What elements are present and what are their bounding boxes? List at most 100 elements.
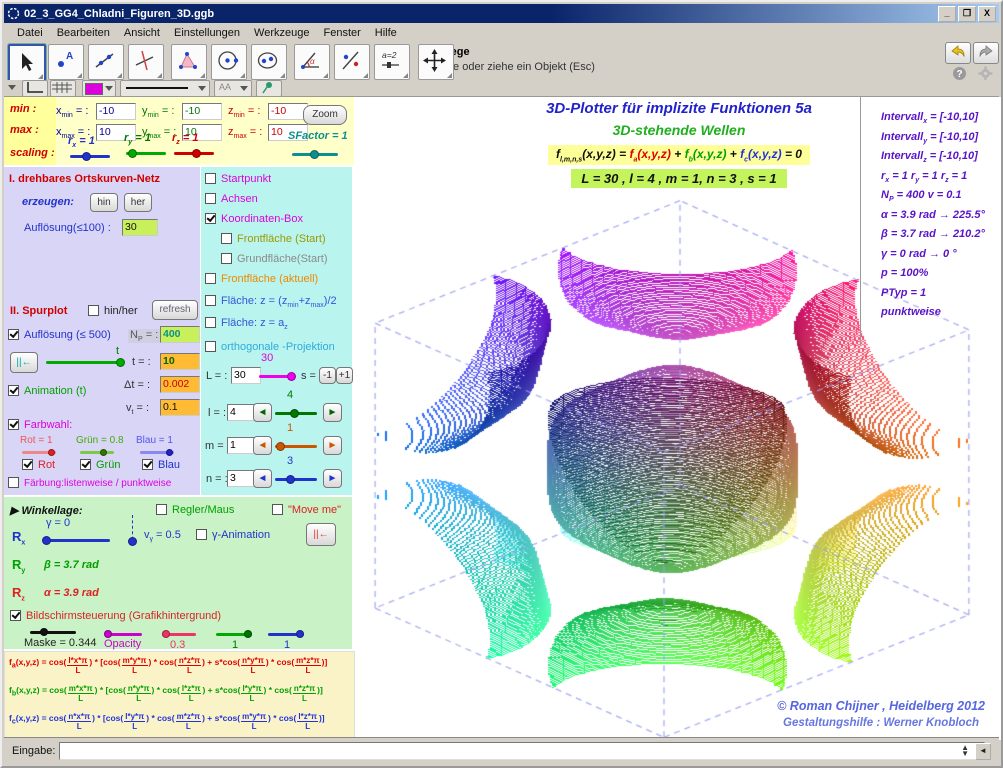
n-input[interactable]: 3 xyxy=(227,470,255,487)
ymin-input[interactable]: -10 xyxy=(182,103,222,120)
rz-slider[interactable] xyxy=(174,152,214,155)
title-bar[interactable]: 02_3_GG4_Chladni_Figuren_3D.ggb _ ❐ X xyxy=(4,4,999,23)
faerbung-checkbox[interactable]: Färbung:listenweise / punktweise xyxy=(8,477,171,489)
l-slider[interactable] xyxy=(275,412,317,415)
t-reset-button[interactable]: ||← xyxy=(10,352,38,373)
rot-checkbox[interactable]: Rot xyxy=(22,459,55,471)
vt-input[interactable]: 0.1 xyxy=(160,399,200,416)
n-inc-button[interactable]: ► xyxy=(323,469,342,488)
zmin-input[interactable]: -10 xyxy=(268,103,308,120)
tool-move-button[interactable] xyxy=(8,44,46,82)
checkbox-fläche-z-z-min-z-max-2[interactable]: Fläche: z = (zmin+zmax)/2 xyxy=(205,295,337,309)
l-inc-button[interactable]: ► xyxy=(323,403,342,422)
her-button[interactable]: her xyxy=(124,193,152,212)
menu-item-datei[interactable]: Datei xyxy=(10,25,50,41)
hinher-checkbox[interactable]: hin/her xyxy=(88,305,138,317)
aufloesung500-checkbox[interactable]: Auflösung (≤ 500) xyxy=(8,329,111,341)
tool-polygon-button[interactable] xyxy=(171,44,207,80)
bildschirm-checkbox[interactable]: Bildschirmsteuerung (Grafikhintergrund) xyxy=(10,610,221,622)
checkbox-grundfläche-start[interactable]: Grundfläche(Start) xyxy=(221,253,327,265)
tool-perpendicular-line-button[interactable] xyxy=(128,44,164,80)
gamma-reset-button[interactable]: ||← xyxy=(306,523,336,546)
menu-item-fenster[interactable]: Fenster xyxy=(316,25,367,41)
menu-item-einstellungen[interactable]: Einstellungen xyxy=(167,25,247,41)
checkbox-startpunkt[interactable]: Startpunkt xyxy=(205,173,271,185)
slider-03[interactable] xyxy=(162,633,196,636)
text-style-button[interactable]: AA xyxy=(214,80,252,97)
dt-input[interactable]: 0.002 xyxy=(160,376,200,393)
menu-item-werkzeuge[interactable]: Werkzeuge xyxy=(247,25,316,41)
tool-circle-center-point-button[interactable] xyxy=(211,44,247,80)
blau-checkbox[interactable]: Blau xyxy=(142,459,180,471)
np-input[interactable]: 400 xyxy=(160,326,200,343)
rot-slider[interactable] xyxy=(22,451,56,454)
vgamma-slider[interactable] xyxy=(132,515,133,545)
minimize-button[interactable]: _ xyxy=(938,6,956,22)
m-inc-button[interactable]: ► xyxy=(323,436,342,455)
eingabe-input[interactable] xyxy=(59,742,985,760)
gamma-slider[interactable] xyxy=(44,539,110,542)
checkbox-koordinaten-box[interactable]: Koordinaten-Box xyxy=(205,213,303,225)
m-input[interactable]: 1 xyxy=(227,437,255,454)
tool-line-button[interactable] xyxy=(88,44,124,80)
checkbox-frontfläche-aktuell[interactable]: Frontfläche (aktuell) xyxy=(205,273,318,285)
checkbox-fläche-z-a-z[interactable]: Fläche: z = az xyxy=(205,317,288,331)
input-spinner[interactable]: ▲▼ xyxy=(961,745,969,757)
rx-slider[interactable] xyxy=(70,155,110,158)
n-slider[interactable] xyxy=(275,478,317,481)
tool-slider-button[interactable]: a=2 xyxy=(374,44,410,80)
move-me-checkbox[interactable]: "Move me" xyxy=(272,504,341,516)
l-dec-button[interactable]: ◄ xyxy=(253,403,272,422)
tool-reflect-object-button[interactable] xyxy=(334,44,370,80)
tool-angle-button[interactable]: α xyxy=(294,44,330,80)
maske-slider[interactable] xyxy=(30,631,76,634)
color-swatch-button[interactable] xyxy=(82,80,116,97)
tool-move-graphics-view-button[interactable] xyxy=(418,44,454,80)
animation-checkbox[interactable]: Animation (t) xyxy=(8,385,86,397)
hin-button[interactable]: hin xyxy=(90,193,118,212)
opacity-slider[interactable] xyxy=(106,633,142,636)
redo-button[interactable] xyxy=(973,42,999,64)
close-button[interactable]: X xyxy=(978,6,996,22)
s-minus-button[interactable]: -1 xyxy=(319,367,336,384)
gamma-animation-checkbox[interactable]: γ-Animation xyxy=(196,529,270,541)
stylebar-chevron-icon[interactable] xyxy=(8,85,16,90)
m-dec-button[interactable]: ◄ xyxy=(253,436,272,455)
L-input[interactable]: 30 xyxy=(231,367,261,384)
ry-slider[interactable] xyxy=(126,152,166,155)
input-history-button[interactable]: ◄ xyxy=(975,743,991,760)
gruen-checkbox[interactable]: Grün xyxy=(80,459,120,471)
blau-slider[interactable] xyxy=(140,451,174,454)
tool-new-point-button[interactable]: A xyxy=(48,44,84,80)
menu-item-ansicht[interactable]: Ansicht xyxy=(117,25,167,41)
n-dec-button[interactable]: ◄ xyxy=(253,469,272,488)
menu-item-hilfe[interactable]: Hilfe xyxy=(368,25,404,41)
grid-toggle-button[interactable] xyxy=(50,80,76,97)
aufloesung100-input[interactable]: 30 xyxy=(122,219,158,236)
refresh-button[interactable]: refresh xyxy=(152,300,198,320)
regler-maus-checkbox[interactable]: Regler/Maus xyxy=(156,504,234,516)
L-slider[interactable] xyxy=(259,375,295,378)
tool-conic-button[interactable] xyxy=(251,44,287,80)
m-slider[interactable] xyxy=(275,445,317,448)
line-style-button[interactable] xyxy=(120,80,210,97)
menu-item-bearbeiten[interactable]: Bearbeiten xyxy=(50,25,117,41)
zoom-button[interactable]: Zoom xyxy=(303,105,347,125)
t-input[interactable]: 10 xyxy=(160,353,200,370)
graphics-view[interactable]: min : max : scaling : xmin = :-10ymin = … xyxy=(4,97,1003,740)
slider-b1[interactable] xyxy=(268,633,304,636)
maximize-button[interactable]: ❐ xyxy=(958,6,976,22)
pin-button[interactable] xyxy=(256,80,282,97)
axes-toggle-button[interactable] xyxy=(22,80,48,97)
slider-g1[interactable] xyxy=(216,633,252,636)
sfactor-slider[interactable] xyxy=(292,153,338,156)
t-slider[interactable] xyxy=(46,361,124,364)
l-input[interactable]: 4 xyxy=(227,404,255,421)
xmin-input[interactable]: -10 xyxy=(96,103,136,120)
undo-button[interactable] xyxy=(945,42,971,64)
checkbox-frontfläche-start[interactable]: Frontfläche (Start) xyxy=(221,233,326,245)
checkbox-achsen[interactable]: Achsen xyxy=(205,193,258,205)
gruen-slider[interactable] xyxy=(80,451,114,454)
s-plus-button[interactable]: +1 xyxy=(336,367,353,384)
farbwahl-checkbox[interactable]: Farbwahl: xyxy=(8,419,72,431)
